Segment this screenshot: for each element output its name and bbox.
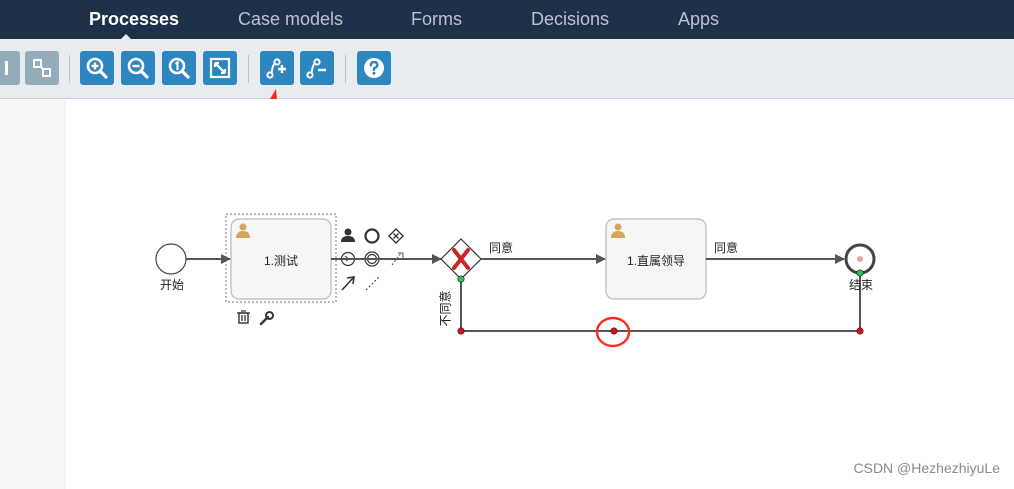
start-event-label: 开始 bbox=[160, 278, 185, 292]
bendpoint-handle[interactable] bbox=[610, 327, 618, 335]
watermark: CSDN @HezhezhiyuLe bbox=[853, 460, 1001, 476]
gateway-shape-icon[interactable] bbox=[388, 228, 404, 244]
start-event[interactable] bbox=[155, 243, 187, 275]
end-event-shape-icon[interactable] bbox=[364, 228, 380, 244]
end-event-marker bbox=[857, 256, 863, 262]
task-test-label: 1.测试 bbox=[264, 254, 299, 268]
delete-icon[interactable] bbox=[237, 310, 250, 324]
flow-agree-label-2: 同意 bbox=[714, 241, 739, 255]
end-event-label: 结束 bbox=[849, 278, 874, 292]
flow-disagree-label: 不同意 bbox=[438, 290, 453, 327]
user-task-shape-icon[interactable] bbox=[341, 228, 355, 243]
task-direct-leader-label: 1.直属领导 bbox=[627, 254, 686, 268]
bendpoint-handle[interactable] bbox=[856, 327, 864, 335]
connect-arrow-icon[interactable] bbox=[341, 276, 355, 291]
bendpoint-handle[interactable] bbox=[457, 327, 465, 335]
association-icon[interactable] bbox=[365, 276, 380, 291]
wrench-icon[interactable] bbox=[259, 311, 274, 326]
flow-agree-label: 同意 bbox=[489, 241, 514, 255]
flow-start-handle[interactable] bbox=[457, 275, 465, 283]
